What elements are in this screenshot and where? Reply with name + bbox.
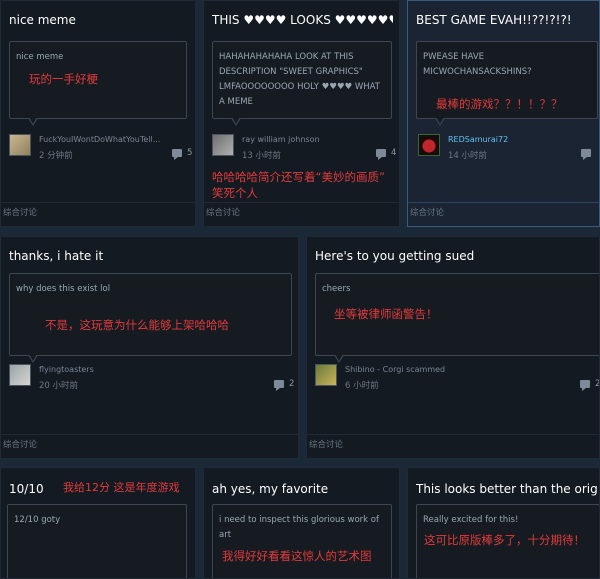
comment-icon <box>274 380 284 391</box>
discussion-card-4[interactable]: thanks, i hate it why does this exist lo… <box>0 236 299 459</box>
avatar[interactable] <box>212 134 234 156</box>
translation-annotation: 最棒的游戏？？！！？？ <box>436 97 563 111</box>
forum-section-label[interactable]: 综合讨论 <box>408 202 599 226</box>
topic-title[interactable]: THIS ♥♥♥♥ LOOKS ♥♥♥♥♥♥♥♥ <box>212 13 393 27</box>
post-text: nice meme <box>16 52 64 62</box>
topic-title[interactable]: BEST GAME EVAH!!??!?!?! <box>416 13 593 27</box>
post-preview: i need to inspect this glorious work of … <box>212 504 392 578</box>
author-name[interactable]: flyingtoasters <box>39 365 189 374</box>
post-time: 20 小时前 <box>39 381 79 391</box>
bubble-tail <box>435 117 445 126</box>
post-preview: HAHAHAHAHAHA LOOK AT THIS DESCRIPTION "S… <box>212 41 392 126</box>
post-text: PWEASE HAVE MICWOCHANSACKSHINS? <box>423 52 532 77</box>
translation-annotation-line2: 笑死个人 <box>212 186 258 200</box>
translation-annotation: 不是，这玩意为什么能够上架哈哈哈 <box>45 318 229 332</box>
translation-annotation: 坐等被律师函警告！ <box>334 307 438 321</box>
avatar[interactable] <box>9 134 31 156</box>
post-time: 14 小时前 <box>448 151 488 161</box>
comment-count: 2 <box>289 379 295 389</box>
topic-title[interactable]: ah yes, my favorite <box>212 482 393 496</box>
topic-title[interactable]: Here's to you getting sued <box>315 249 593 263</box>
translation-annotation: 我得好好看看这惊人的艺术图 <box>222 549 372 563</box>
bubble-tail <box>231 117 241 126</box>
translation-annotation: 这可比原版棒多了，十分期待！ <box>424 533 585 547</box>
avatar[interactable] <box>418 134 440 156</box>
comment-icon <box>581 149 591 160</box>
post-text: 12/10 goty <box>14 515 61 525</box>
discussion-card-3[interactable]: BEST GAME EVAH!!??!?!?! PWEASE HAVE MICW… <box>407 0 600 227</box>
avatar[interactable] <box>9 364 31 386</box>
post-preview: why does this exist lol <box>9 273 292 363</box>
author-name[interactable]: REDSamurai72 <box>448 135 578 144</box>
forum-section-label[interactable]: 综合讨论 <box>307 434 599 458</box>
author-name[interactable]: Shibino - Corgi scammed <box>345 365 495 374</box>
post-text: i need to inspect this glorious work of … <box>219 515 379 540</box>
translation-annotation: 我给12分 这是年度游戏 <box>63 481 180 494</box>
comment-icon <box>376 149 386 160</box>
comment-count: 2 <box>595 379 600 389</box>
bubble-tail <box>334 354 344 363</box>
post-time: 6 小时前 <box>345 381 379 391</box>
comment-count: 5 <box>187 148 193 158</box>
topic-title[interactable]: thanks, i hate it <box>9 249 292 263</box>
forum-section-label[interactable]: 综合讨论 <box>1 202 195 226</box>
discussion-card-5[interactable]: Here's to you getting sued cheers 坐等被律师函… <box>306 236 600 459</box>
comment-icon <box>172 149 182 160</box>
discussion-card-7[interactable]: ah yes, my favorite i need to inspect th… <box>203 467 400 579</box>
post-text: cheers <box>322 284 351 294</box>
post-text: why does this exist lol <box>16 284 111 294</box>
post-text: Really excited for this! <box>423 515 519 525</box>
discussion-card-6[interactable]: 10/10 我给12分 这是年度游戏 12/10 goty <box>0 467 196 579</box>
comment-icon <box>580 380 590 391</box>
avatar[interactable] <box>315 364 337 386</box>
author-name[interactable]: FuckYouIWontDoWhatYouTell... <box>39 135 165 144</box>
post-preview: 12/10 goty <box>7 504 187 578</box>
comment-count: 4 <box>391 148 397 158</box>
translation-annotation-line1: 哈哈哈哈简介还写着“美妙的画质” <box>212 170 385 184</box>
bubble-tail <box>28 117 38 126</box>
author-name[interactable]: ray william johnson <box>242 135 382 144</box>
topic-title[interactable]: nice meme <box>9 13 189 27</box>
translation-annotation: 玩的一手好梗 <box>29 72 98 86</box>
forum-section-label[interactable]: 综合讨论 <box>204 202 399 226</box>
post-time: 2 分钟前 <box>39 151 73 161</box>
discussion-card-8[interactable]: This looks better than the original Real… <box>407 467 600 579</box>
forum-section-label[interactable]: 综合讨论 <box>1 434 298 458</box>
post-text: HAHAHAHAHAHA LOOK AT THIS DESCRIPTION "S… <box>219 52 380 107</box>
discussion-card-2[interactable]: THIS ♥♥♥♥ LOOKS ♥♥♥♥♥♥♥♥ HAHAHAHAHAHA LO… <box>203 0 400 227</box>
post-time: 13 小时前 <box>242 151 282 161</box>
topic-title[interactable]: This looks better than the original <box>416 482 597 496</box>
bubble-tail <box>28 354 38 363</box>
discussion-card-1[interactable]: nice meme nice meme 玩的一手好梗 FuckYouIWontD… <box>0 0 196 227</box>
